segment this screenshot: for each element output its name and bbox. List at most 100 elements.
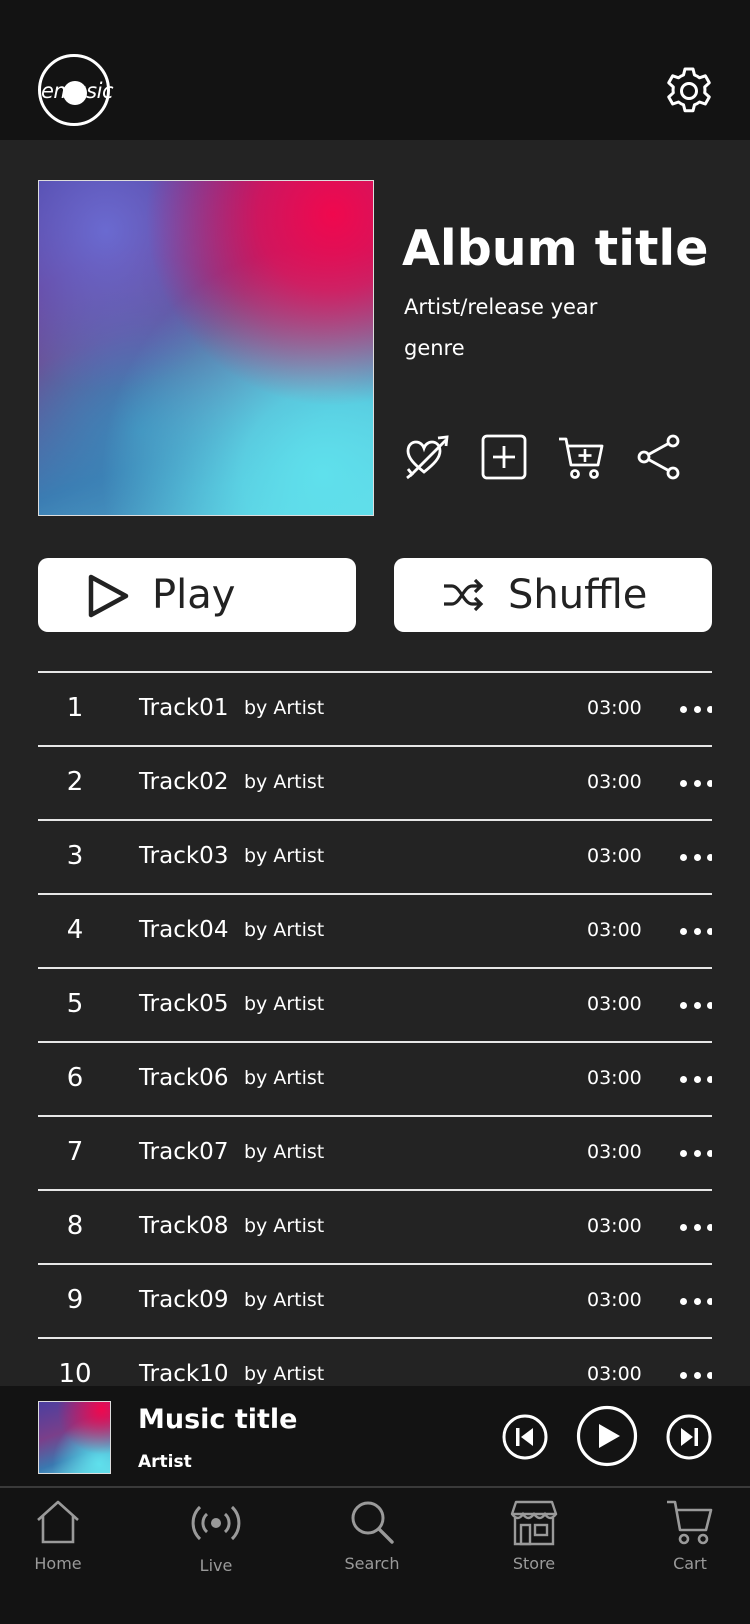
mini-player-artist: Artist (138, 1452, 192, 1472)
tab-live[interactable]: Live (156, 1488, 276, 1588)
play-button[interactable]: Play (38, 558, 356, 632)
mini-player-title: Music title (138, 1404, 298, 1435)
tab-label: Search (344, 1554, 400, 1573)
album-title: Album title (402, 220, 709, 277)
tab-label: Store (512, 1554, 556, 1573)
album-cover (38, 180, 374, 516)
tab-label: Live (199, 1556, 233, 1575)
track-row[interactable]: 4 Track04 by Artist 03:00 (38, 895, 712, 969)
shuffle-icon (444, 578, 484, 612)
home-icon (37, 1500, 79, 1544)
more-options-icon[interactable] (680, 697, 712, 721)
tab-store[interactable]: Store (474, 1488, 594, 1588)
tab-label: Home (34, 1554, 82, 1573)
mini-player[interactable]: Music title Artist (0, 1386, 750, 1488)
tab-label: Cart (673, 1554, 707, 1573)
track-number: 7 (66, 1137, 84, 1167)
more-options-icon[interactable] (680, 993, 712, 1017)
tab-cart[interactable]: Cart (630, 1488, 750, 1588)
album-genre: genre (404, 336, 465, 360)
track-title: Track07 (139, 1139, 229, 1165)
track-row[interactable]: 8 Track08 by Artist 03:00 (38, 1191, 712, 1265)
play-icon[interactable] (576, 1405, 638, 1467)
previous-icon[interactable] (502, 1414, 548, 1460)
track-row[interactable]: 5 Track05 by Artist 03:00 (38, 969, 712, 1043)
bottom-tab-bar: Home Live Search Store Cart (0, 1488, 750, 1624)
track-artist: by Artist (244, 697, 325, 719)
tab-search[interactable]: Search (312, 1488, 432, 1588)
track-artist: by Artist (244, 919, 325, 941)
search-icon (351, 1501, 394, 1544)
track-artist: by Artist (244, 1289, 325, 1311)
broadcast-icon (191, 1505, 241, 1541)
track-title: Track01 (139, 695, 229, 721)
track-artist: by Artist (244, 993, 325, 1015)
heart-arrow-icon[interactable] (404, 434, 450, 480)
more-options-icon[interactable] (680, 919, 712, 943)
logo-text: emusic (41, 79, 114, 103)
play-label: Play (152, 572, 236, 618)
add-square-icon[interactable] (481, 434, 527, 480)
more-options-icon[interactable] (680, 845, 712, 869)
track-artist: by Artist (244, 1363, 325, 1385)
track-number: 6 (66, 1063, 84, 1093)
track-duration: 03:00 (587, 1215, 642, 1237)
track-row[interactable]: 7 Track07 by Artist 03:00 (38, 1117, 712, 1191)
more-options-icon[interactable] (680, 1363, 712, 1387)
track-title: Track08 (139, 1213, 229, 1239)
track-row[interactable]: 6 Track06 by Artist 03:00 (38, 1043, 712, 1117)
track-duration: 03:00 (587, 1363, 642, 1385)
cart-icon (667, 1500, 713, 1545)
track-row[interactable]: 9 Track09 by Artist 03:00 (38, 1265, 712, 1339)
tab-home[interactable]: Home (0, 1488, 118, 1588)
track-row[interactable]: 1 Track01 by Artist 03:00 (38, 673, 712, 747)
track-duration: 03:00 (587, 1141, 642, 1163)
shuffle-label: Shuffle (508, 572, 648, 618)
track-title: Track02 (139, 769, 229, 795)
track-number: 1 (66, 693, 84, 723)
track-duration: 03:00 (587, 845, 642, 867)
play-icon (88, 574, 129, 618)
more-options-icon[interactable] (680, 771, 712, 795)
add-to-cart-icon[interactable] (558, 434, 604, 480)
store-icon (510, 1500, 558, 1546)
track-number: 10 (58, 1359, 92, 1388)
track-title: Track05 (139, 991, 229, 1017)
track-duration: 03:00 (587, 993, 642, 1015)
track-number: 8 (66, 1211, 84, 1241)
track-artist: by Artist (244, 1067, 325, 1089)
track-artist: by Artist (244, 1215, 325, 1237)
track-duration: 03:00 (587, 771, 642, 793)
track-number: 9 (66, 1285, 84, 1315)
track-row[interactable]: 3 Track03 by Artist 03:00 (38, 821, 712, 895)
track-artist: by Artist (244, 1141, 325, 1163)
more-options-icon[interactable] (680, 1067, 712, 1091)
more-options-icon[interactable] (680, 1141, 712, 1165)
track-title: Track09 (139, 1287, 229, 1313)
more-options-icon[interactable] (680, 1289, 712, 1313)
track-row[interactable]: 2 Track02 by Artist 03:00 (38, 747, 712, 821)
track-duration: 03:00 (587, 919, 642, 941)
track-duration: 03:00 (587, 1067, 642, 1089)
album-artist-year: Artist/release year (404, 295, 598, 319)
track-number: 3 (66, 841, 84, 871)
app-header: emusic (0, 0, 750, 140)
share-icon[interactable] (636, 434, 682, 480)
track-number: 2 (66, 767, 84, 797)
track-duration: 03:00 (587, 1289, 642, 1311)
track-title: Track04 (139, 917, 229, 943)
track-list: 1 Track01 by Artist 03:00 2 Track02 by A… (38, 671, 712, 1388)
shuffle-button[interactable]: Shuffle (394, 558, 712, 632)
gear-icon[interactable] (664, 66, 714, 116)
track-number: 5 (66, 989, 84, 1019)
track-title: Track06 (139, 1065, 229, 1091)
app-logo[interactable]: emusic (38, 54, 114, 126)
mini-player-cover (38, 1401, 111, 1474)
track-row[interactable]: 10 Track10 by Artist 03:00 (38, 1339, 712, 1388)
track-duration: 03:00 (587, 697, 642, 719)
more-options-icon[interactable] (680, 1215, 712, 1239)
next-icon[interactable] (666, 1414, 712, 1460)
track-title: Track10 (139, 1361, 229, 1387)
track-number: 4 (66, 915, 84, 945)
track-artist: by Artist (244, 845, 325, 867)
